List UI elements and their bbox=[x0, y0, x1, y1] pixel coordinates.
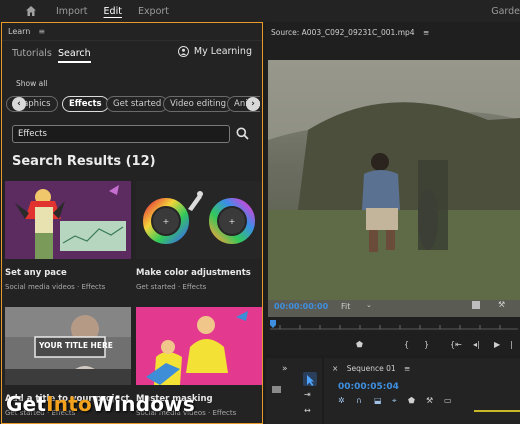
user-name[interactable]: Garde bbox=[491, 6, 520, 17]
tutorial-card-master-masking[interactable]: Master masking Social media videos · Eff… bbox=[136, 307, 262, 417]
folder-icon[interactable] bbox=[272, 386, 281, 393]
tutorial-thumbnail: + + bbox=[136, 181, 262, 259]
zoom-fit-dropdown[interactable]: Fit bbox=[341, 302, 350, 311]
card-meta: Get started · Effects bbox=[136, 283, 207, 291]
tutorial-card-set-any-pace[interactable]: Set any pace Social media videos · Effec… bbox=[5, 181, 131, 291]
learn-panel-title[interactable]: Learn bbox=[8, 27, 30, 36]
learn-tabs: Tutorials Search My Learning bbox=[12, 45, 256, 65]
nav-export[interactable]: Export bbox=[138, 6, 169, 17]
top-bar: Import Edit Export Garde bbox=[0, 0, 520, 22]
nav-edit[interactable]: Edit bbox=[104, 6, 122, 17]
timeline-panel: × Sequence 01 ≡ 00:00:05:04 ✲ ∩ ⬓ ⌖ ⬟ ⚒ … bbox=[324, 358, 520, 424]
chevron-left-icon[interactable]: ‹ bbox=[12, 97, 26, 111]
timeline-header: × Sequence 01 ≡ bbox=[324, 358, 520, 373]
captions-icon[interactable]: ▭ bbox=[444, 396, 452, 405]
chevron-down-icon[interactable]: ⌄ bbox=[366, 301, 372, 309]
linked-selection-icon[interactable]: ∩ bbox=[356, 396, 362, 405]
go-to-in-icon[interactable]: {⇤ bbox=[450, 340, 462, 349]
ripple-icon[interactable]: ⌖ bbox=[392, 396, 397, 406]
filter-chips: Graphics Effects Get started Video editi… bbox=[6, 94, 260, 114]
chevron-right-icon[interactable]: › bbox=[246, 97, 260, 111]
home-icon[interactable] bbox=[25, 5, 37, 17]
tab-search[interactable]: Search bbox=[58, 48, 91, 63]
source-time-ruler[interactable] bbox=[270, 320, 518, 330]
source-monitor-header: Source: A003_C092_09231C_001.mp4 ≡ bbox=[266, 22, 520, 42]
source-timecode-bar: 00:00:00:00 Fit ⌄ ⚒ bbox=[266, 299, 520, 313]
chip-get-started[interactable]: Get started bbox=[106, 96, 169, 112]
learn-panel-header: Learn ≡ bbox=[2, 23, 262, 41]
play-icon[interactable]: ▶ bbox=[494, 340, 500, 349]
chip-effects[interactable]: Effects bbox=[62, 96, 109, 112]
card-title: Make color adjustments bbox=[136, 268, 251, 278]
tutorial-thumbnail bbox=[5, 181, 131, 259]
sequence-tab[interactable]: Sequence 01 bbox=[347, 364, 396, 373]
svg-text:+: + bbox=[229, 217, 236, 226]
sequence-timecode[interactable]: 00:00:05:04 bbox=[338, 382, 399, 392]
thumbnail-title-text: YOUR TITLE HERE bbox=[39, 341, 113, 350]
watermark-text-into: Into bbox=[46, 392, 92, 416]
chip-video-editing[interactable]: Video editing bbox=[163, 96, 233, 112]
wrench-icon[interactable]: ⚒ bbox=[426, 396, 433, 405]
settings-icon[interactable] bbox=[472, 301, 480, 309]
work-area-bar[interactable] bbox=[474, 410, 520, 412]
tools-panel: » ⇥ ↔ bbox=[266, 358, 322, 424]
track-select-icon[interactable]: ⇥ bbox=[304, 390, 311, 399]
watermark-logo: GetIntoWindows bbox=[6, 392, 195, 416]
show-all-link[interactable]: Show all bbox=[16, 79, 47, 88]
learn-panel: Learn ≡ Tutorials Search My Learning Sho… bbox=[1, 22, 263, 424]
watermark-text-get: Get bbox=[6, 392, 47, 416]
watermark-text-windows: Windows bbox=[91, 392, 195, 416]
insert-icon[interactable]: ⬓ bbox=[374, 396, 382, 405]
nav-import[interactable]: Import bbox=[56, 6, 88, 17]
marker-icon[interactable]: ⬟ bbox=[408, 396, 415, 405]
wrench-icon[interactable]: ⚒ bbox=[498, 300, 505, 309]
panel-menu-icon[interactable]: ≡ bbox=[404, 364, 410, 373]
step-back-icon[interactable]: ◂| bbox=[473, 340, 480, 349]
transport-controls: ⬟ { } {⇤ ◂| ▶ | bbox=[266, 340, 520, 354]
search-input[interactable]: Effects bbox=[12, 125, 230, 143]
search-icon[interactable] bbox=[236, 127, 249, 140]
add-marker-icon[interactable]: ⬟ bbox=[356, 340, 363, 349]
source-monitor-panel: Source: A003_C092_09231C_001.mp4 ≡ 00:00… bbox=[266, 22, 520, 355]
source-video-frame[interactable] bbox=[268, 60, 520, 317]
ripple-edit-icon[interactable]: ↔ bbox=[304, 406, 311, 415]
timeline-toolbar: ✲ ∩ ⬓ ⌖ ⬟ ⚒ ▭ bbox=[338, 396, 518, 408]
selection-tool-icon[interactable] bbox=[303, 372, 317, 386]
source-timecode[interactable]: 00:00:00:00 bbox=[274, 302, 328, 311]
mark-out-icon[interactable]: } bbox=[424, 340, 429, 349]
close-icon[interactable]: × bbox=[332, 364, 338, 373]
tutorial-card-add-title[interactable]: YOUR TITLE HERE Add a title to your proj… bbox=[5, 307, 131, 417]
card-title: Set any pace bbox=[5, 268, 67, 278]
my-learning-label: My Learning bbox=[193, 46, 252, 57]
tutorial-thumbnail: YOUR TITLE HERE bbox=[5, 307, 131, 385]
svg-text:+: + bbox=[163, 217, 170, 226]
step-forward-icon[interactable]: | bbox=[510, 340, 513, 349]
panel-menu-icon[interactable]: ≡ bbox=[423, 28, 429, 37]
tutorial-card-color-adjustments[interactable]: + + Make color adjustments Get started ·… bbox=[136, 181, 262, 291]
source-monitor-title[interactable]: Source: A003_C092_09231C_001.mp4 bbox=[271, 28, 415, 37]
snap-icon[interactable]: ✲ bbox=[338, 396, 345, 405]
workspace-nav: Import Edit Export bbox=[56, 6, 185, 17]
mark-in-icon[interactable]: { bbox=[404, 340, 409, 349]
tab-tutorials[interactable]: Tutorials bbox=[12, 48, 52, 59]
tutorial-thumbnail bbox=[136, 307, 262, 385]
panel-menu-icon[interactable]: ≡ bbox=[38, 27, 45, 36]
user-icon bbox=[177, 46, 189, 57]
my-learning-button[interactable]: My Learning bbox=[177, 46, 252, 57]
card-meta: Social media videos · Effects bbox=[5, 283, 106, 291]
expand-chevron-icon[interactable]: » bbox=[282, 364, 288, 374]
search-results-heading: Search Results (12) bbox=[12, 154, 156, 169]
